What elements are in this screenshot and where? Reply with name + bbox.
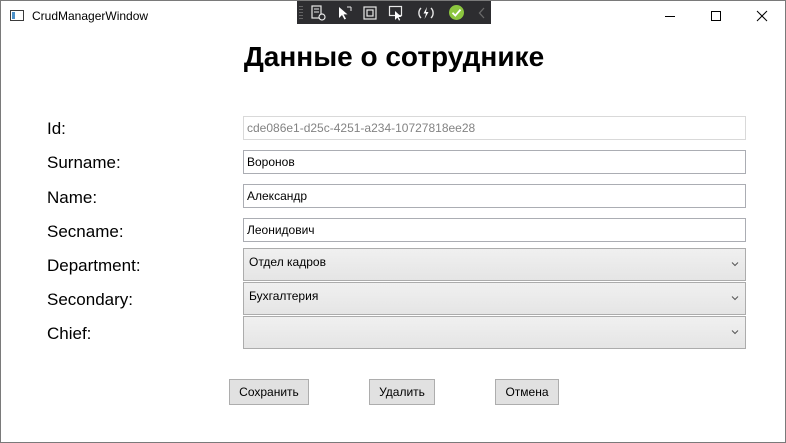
chevron-down-icon [731,262,739,267]
collapse-chevron-icon[interactable] [473,4,491,21]
chevron-down-icon [731,296,739,301]
secondary-label: Secondary: [47,290,133,309]
close-icon [756,10,768,22]
window-title: CrudManagerWindow [32,9,149,23]
secname-label: Secname: [47,222,124,241]
toolbar-grip-icon[interactable] [299,5,303,20]
cancel-button[interactable]: Отмена [495,379,559,405]
check-status-icon[interactable] [447,4,465,21]
secondary-selected-value: Бухгалтерия [249,289,319,303]
maximize-icon [711,11,721,21]
live-visual-tree-icon[interactable] [309,4,327,21]
select-element-icon[interactable] [335,4,353,21]
name-field[interactable]: Александр [243,184,746,208]
chief-label: Chief: [47,324,92,343]
app-window-icon [10,10,24,21]
chevron-down-icon [731,330,739,335]
surname-field[interactable]: Воронов [243,150,746,174]
xaml-debug-toolbar [297,1,491,24]
page-title: Данные о сотруднике [243,41,545,72]
secname-field[interactable]: Леонидович [243,218,746,242]
title-bar[interactable]: CrudManagerWindow [1,1,785,31]
delete-button[interactable]: Удалить [369,379,435,405]
department-selected-value: Отдел кадров [249,255,326,269]
department-label: Department: [47,256,141,275]
display-layout-adorners-icon[interactable] [361,4,379,21]
minimize-button[interactable] [647,1,693,31]
id-label: Id: [47,119,66,138]
name-label: Name: [47,188,98,207]
close-button[interactable] [739,1,785,31]
maximize-button[interactable] [693,1,739,31]
minimize-icon [665,16,675,17]
track-focused-element-icon[interactable] [387,4,405,21]
crud-manager-window: CrudManagerWindow Данные о сотруднике Id… [0,0,786,443]
department-combobox[interactable]: Отдел кадров [243,248,746,281]
chief-combobox[interactable] [243,316,746,349]
save-button[interactable]: Сохранить [229,379,309,405]
hot-reload-icon[interactable] [417,4,435,21]
secondary-combobox[interactable]: Бухгалтерия [243,282,746,315]
surname-label: Surname: [47,153,121,172]
id-field: cde086e1-d25c-4251-a234-10727818ee28 [243,116,746,140]
